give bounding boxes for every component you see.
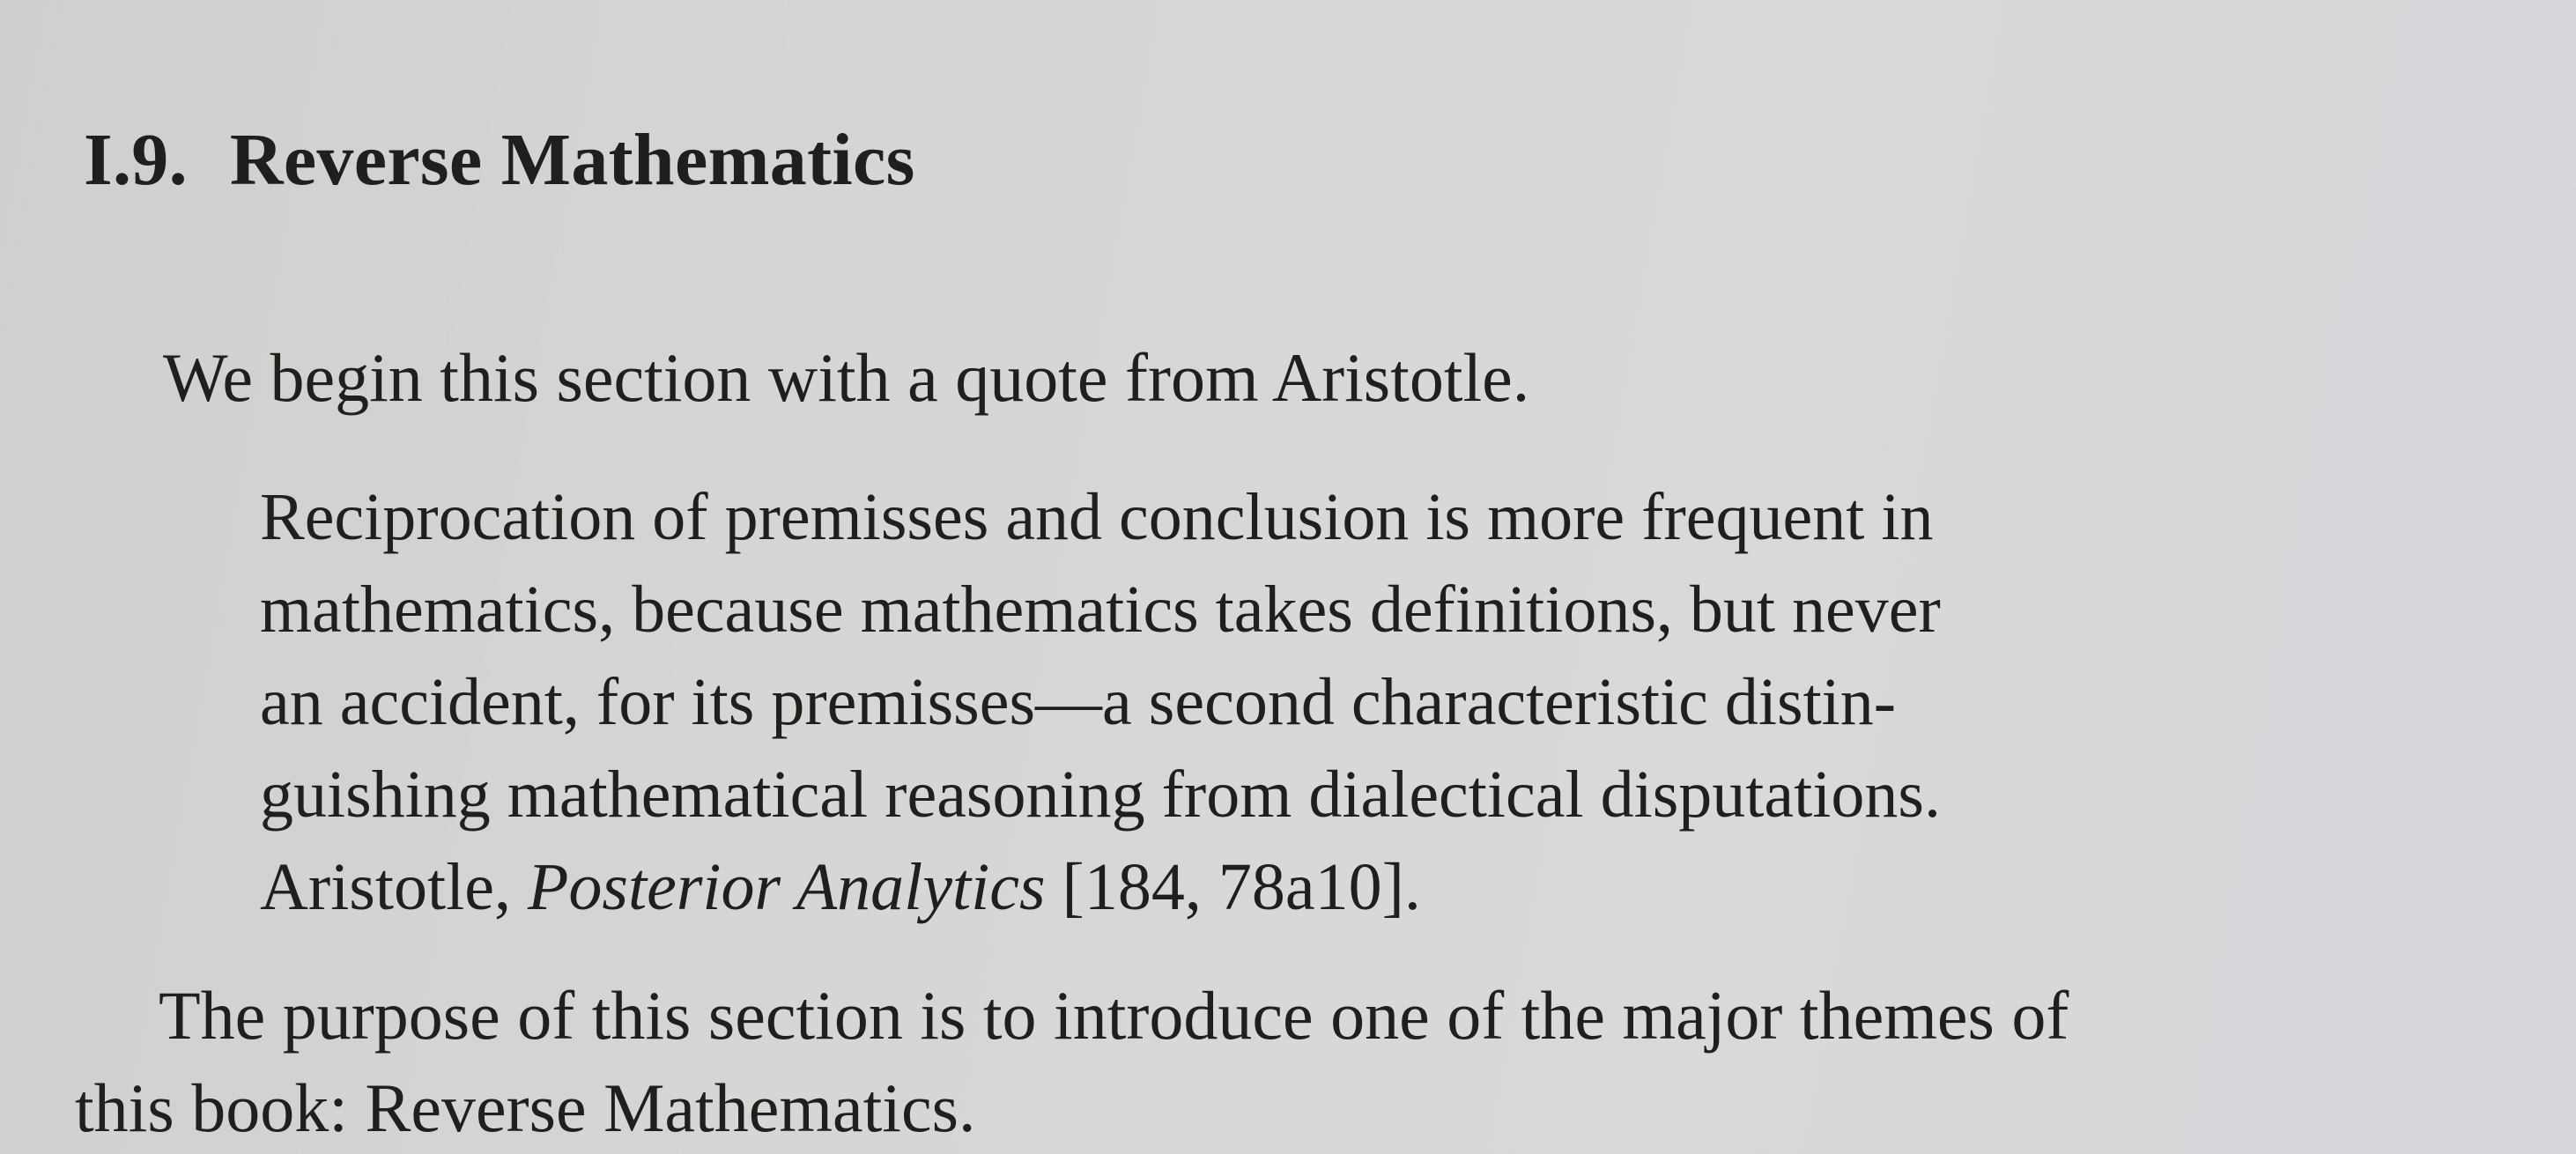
citation-work: Posterior Analytics xyxy=(527,850,1046,924)
quote-citation: Aristotle, Posterior Analytics [184, 78a… xyxy=(260,841,2313,934)
block-quote: Reciprocation of premisses and conclusio… xyxy=(260,471,2313,934)
quote-line: mathematics, because mathematics takes d… xyxy=(260,573,1941,647)
section-heading: I.9. Reverse Mathematics xyxy=(84,123,915,197)
section-number: I.9. xyxy=(84,119,188,201)
quote-line: Reciprocation of premisses and conclusio… xyxy=(260,480,1934,554)
quote-line: guishing mathematical reasoning from dia… xyxy=(260,758,1941,832)
quote-line: an accident, for its premisses—a second … xyxy=(260,665,1897,739)
intro-sentence: We begin this section with a quote from … xyxy=(163,339,1530,416)
section-title: Reverse Mathematics xyxy=(229,119,915,201)
paragraph-line: The purpose of this section is to introd… xyxy=(159,977,2069,1054)
body-paragraph: The purpose of this section is to introd… xyxy=(75,969,2542,1154)
book-page: I.9. Reverse Mathematics We begin this se… xyxy=(0,0,2576,1154)
citation-reference: [184, 78a10]. xyxy=(1045,850,1421,924)
paragraph-line: this book: Reverse Mathematics. xyxy=(75,1069,976,1146)
citation-author: Aristotle, xyxy=(260,850,528,924)
